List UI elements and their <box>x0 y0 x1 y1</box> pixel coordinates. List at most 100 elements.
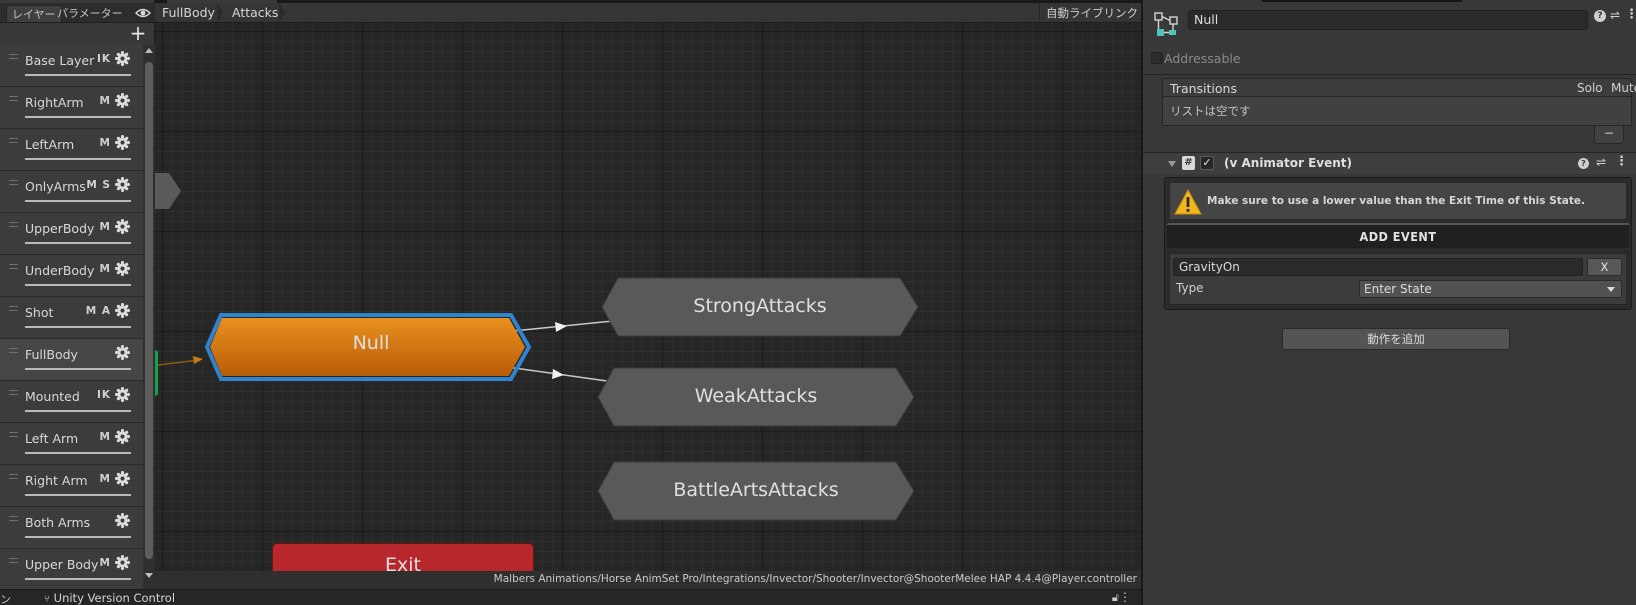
animator-event-panel: Make sure to use a lower value than the … <box>1164 177 1632 310</box>
layer-weight-slider[interactable] <box>25 494 131 496</box>
layer-weight-slider[interactable] <box>25 410 131 412</box>
version-control-button[interactable]: ⑂ Unity Version Control <box>44 591 175 605</box>
breadcrumb-end-icon <box>279 3 285 23</box>
foldout-arrow-icon[interactable] <box>1168 161 1176 167</box>
layer-item[interactable]: OnlyArms M S <box>0 171 143 213</box>
state-name-field[interactable]: Null <box>1188 10 1588 30</box>
add-event-button[interactable]: ADD EVENT <box>1167 223 1629 248</box>
layer-item[interactable]: Mounted IK <box>0 381 143 423</box>
layer-item[interactable]: Shot M A <box>0 297 143 339</box>
gear-icon[interactable] <box>115 387 130 402</box>
help-icon[interactable]: ? <box>1594 10 1606 22</box>
preset-sliders-icon[interactable]: ⇌ <box>1610 8 1620 22</box>
layer-flags: M <box>99 431 111 443</box>
drag-handle-icon[interactable] <box>9 222 18 227</box>
gear-icon[interactable] <box>115 51 130 66</box>
entry-state-node-edge[interactable] <box>155 350 158 396</box>
drag-handle-icon[interactable] <box>9 54 18 59</box>
layer-item[interactable]: UpperBody M <box>0 213 143 255</box>
scroll-down-arrow-icon[interactable] <box>145 573 153 578</box>
layer-weight-slider[interactable] <box>25 74 131 76</box>
kebab-menu-icon[interactable]: ⋮ <box>1615 154 1628 169</box>
lock-icon[interactable]: 🔓︎ <box>1112 591 1119 605</box>
drag-handle-icon[interactable] <box>9 138 18 143</box>
entry-transition-line[interactable] <box>157 359 200 366</box>
status-left-text: ン <box>0 593 11 605</box>
addressable-label: Addressable <box>1164 51 1241 66</box>
layer-weight-slider[interactable] <box>25 284 131 286</box>
event-name-field[interactable]: GravityOn <box>1173 258 1583 276</box>
state-graph[interactable]: Null StrongAttacks WeakAttacks BattleArt… <box>155 23 1141 571</box>
drag-handle-icon[interactable] <box>9 390 18 395</box>
layer-item[interactable]: Both Arms <box>0 507 143 549</box>
layer-name: Upper Body <box>25 557 99 572</box>
scroll-up-arrow-icon[interactable] <box>145 48 153 53</box>
layer-weight-slider[interactable] <box>25 452 131 454</box>
layer-item[interactable]: Right Arm M <box>0 465 143 507</box>
gear-icon[interactable] <box>115 345 130 360</box>
tab-parameters[interactable]: パラメーター <box>52 5 128 22</box>
gear-icon[interactable] <box>115 261 130 276</box>
auto-live-link-toggle[interactable]: 自動ライブリンク <box>1039 3 1138 23</box>
component-header[interactable]: # ✓ (v Animator Event) ? ⇌ ⋮ <box>1143 153 1636 174</box>
branch-icon: ⑂ <box>44 594 50 605</box>
drag-handle-icon[interactable] <box>9 264 18 269</box>
status-bar: ン ⑂ Unity Version Control 🔓︎ ⋮ <box>0 589 1141 605</box>
scroll-thumb[interactable] <box>145 62 153 559</box>
eye-icon[interactable] <box>135 6 151 20</box>
state-label-weakattacks: WeakAttacks <box>694 385 818 407</box>
layer-item[interactable]: UnderBody M <box>0 255 143 297</box>
addressable-checkbox[interactable] <box>1151 52 1163 64</box>
gear-icon[interactable] <box>115 135 130 150</box>
layer-flags: M <box>99 221 111 233</box>
layer-name: RightArm <box>25 95 84 110</box>
offscreen-state-node[interactable] <box>155 173 181 209</box>
status-menu-icon[interactable]: ⋮ <box>1119 590 1131 604</box>
gear-icon[interactable] <box>115 303 130 318</box>
drag-handle-icon[interactable] <box>9 432 18 437</box>
add-layer-button[interactable]: + <box>128 23 148 44</box>
gear-icon[interactable] <box>115 513 130 528</box>
layer-weight-slider[interactable] <box>25 578 131 580</box>
gear-icon[interactable] <box>115 429 130 444</box>
layer-item[interactable]: Left Arm M <box>0 423 143 465</box>
drag-handle-icon[interactable] <box>9 96 18 101</box>
gear-icon[interactable] <box>115 177 130 192</box>
kebab-menu-icon[interactable]: ⋮ <box>1625 7 1636 22</box>
layer-scrollbar[interactable] <box>143 45 155 589</box>
layer-weight-slider[interactable] <box>25 116 131 118</box>
layer-weight-slider[interactable] <box>25 368 131 370</box>
help-icon[interactable]: ? <box>1578 158 1589 169</box>
component-enabled-checkbox[interactable]: ✓ <box>1200 156 1214 170</box>
layer-weight-slider[interactable] <box>25 326 131 328</box>
layer-item[interactable]: Upper Body M <box>0 549 143 589</box>
gear-icon[interactable] <box>115 93 130 108</box>
drag-handle-icon[interactable] <box>9 348 18 353</box>
drag-handle-icon[interactable] <box>9 474 18 479</box>
drag-handle-icon[interactable] <box>9 180 18 185</box>
event-type-dropdown[interactable]: Enter State <box>1359 280 1622 298</box>
gear-icon[interactable] <box>115 219 130 234</box>
layer-weight-slider[interactable] <box>25 242 131 244</box>
layer-item[interactable]: FullBody <box>0 339 143 381</box>
layer-name: Left Arm <box>25 431 79 446</box>
layer-item[interactable]: LeftArm M <box>0 129 143 171</box>
gear-icon[interactable] <box>115 555 130 570</box>
breadcrumb-attacks[interactable]: Attacks <box>232 3 278 23</box>
drag-handle-icon[interactable] <box>9 306 18 311</box>
layer-weight-slider[interactable] <box>25 536 131 538</box>
remove-event-button[interactable]: X <box>1587 258 1622 276</box>
layer-flags: M S <box>86 179 111 191</box>
add-behaviour-button[interactable]: 動作を追加 <box>1282 328 1510 350</box>
gear-icon[interactable] <box>115 471 130 486</box>
layer-item[interactable]: RightArm M <box>0 87 143 129</box>
layer-flags: M <box>99 137 111 149</box>
remove-transition-button[interactable]: − <box>1594 126 1624 144</box>
breadcrumb-fullbody[interactable]: FullBody <box>162 3 215 23</box>
preset-sliders-icon[interactable]: ⇌ <box>1596 155 1606 169</box>
layer-weight-slider[interactable] <box>25 200 131 202</box>
drag-handle-icon[interactable] <box>9 558 18 563</box>
layer-item[interactable]: Base Layer IK <box>0 45 143 87</box>
drag-handle-icon[interactable] <box>9 516 18 521</box>
layer-weight-slider[interactable] <box>25 158 131 160</box>
